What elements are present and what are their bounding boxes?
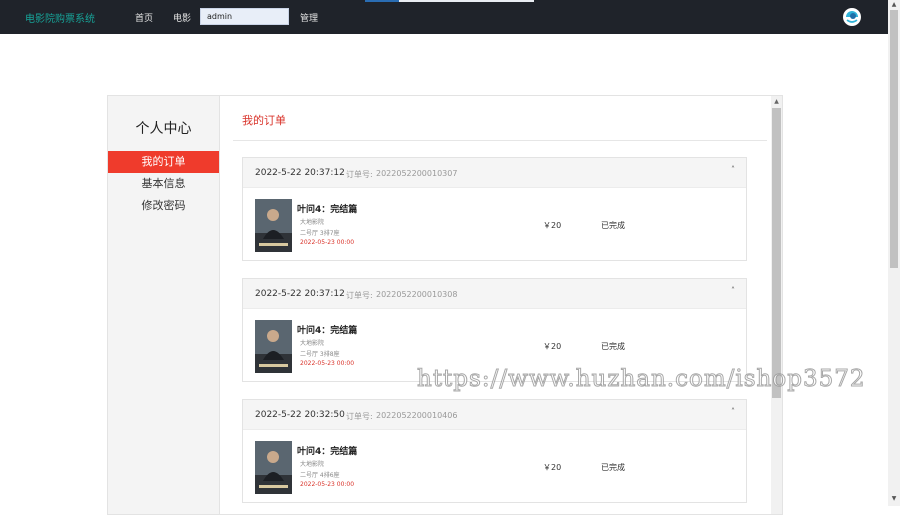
scroll-up-icon[interactable]: ▲ — [771, 98, 782, 105]
order-header: 2022-5-22 20:32:50 订单号: 2022052200010406… — [243, 400, 746, 430]
nav-accent-bar — [365, 0, 399, 2]
order-number-label: 订单号: — [346, 412, 373, 421]
order-card: 2022-5-22 20:32:50 订单号: 2022052200010406… — [242, 399, 747, 503]
title-divider — [233, 140, 767, 141]
movie-poster[interactable] — [255, 320, 292, 373]
showtime: 2022-05-23 00:00 — [300, 481, 355, 488]
cinema-name: 大地影院 — [300, 461, 325, 468]
movie-title[interactable]: 叶问4：完结篇 — [297, 323, 357, 336]
order-number-label: 订单号: — [346, 170, 373, 179]
page-title: 我的订单 — [242, 114, 286, 127]
scroll-down-icon[interactable]: ▼ — [890, 495, 898, 502]
nav-link-home[interactable]: 首页 — [135, 11, 153, 24]
order-price: ￥20 — [543, 342, 562, 351]
order-card: 2022-5-22 20:37:12 订单号: 2022052200010308… — [242, 278, 747, 382]
movie-title[interactable]: 叶问4：完结篇 — [297, 202, 357, 215]
cinema-name: 大地影院 — [300, 219, 325, 226]
collapse-icon[interactable]: ˄ — [731, 165, 735, 174]
orders-scrollbar-thumb[interactable] — [772, 108, 781, 398]
cinema-name: 大地影院 — [300, 340, 325, 347]
order-time: 2022-5-22 20:37:12 — [255, 289, 345, 299]
sidebar-item-my-orders[interactable]: 我的订单 — [108, 151, 219, 173]
top-navbar: 电影院购票系统 首页 电影 管理 — [0, 0, 888, 34]
nav-link-movies[interactable]: 电影 — [173, 11, 191, 24]
sidebar-item-change-password[interactable]: 修改密码 — [108, 195, 219, 217]
order-status: 已完成 — [601, 463, 625, 472]
collapse-icon[interactable]: ˄ — [731, 286, 735, 295]
hall-seat: 二号厅 3排7座 — [300, 230, 340, 237]
user-avatar-icon[interactable] — [843, 8, 861, 26]
sidebar: 个人中心 我的订单 基本信息 修改密码 — [108, 96, 220, 514]
user-center-panel: 个人中心 我的订单 基本信息 修改密码 我的订单 2022-5-22 20:37… — [107, 95, 783, 515]
order-number: 2022052200010406 — [376, 411, 458, 420]
collapse-icon[interactable]: ˄ — [731, 407, 735, 416]
order-time: 2022-5-22 20:37:12 — [255, 168, 345, 178]
user-search-input[interactable] — [200, 8, 289, 25]
brand-logo[interactable]: 电影院购票系统 — [25, 10, 95, 25]
nav-link-admin[interactable]: 管理 — [300, 11, 318, 24]
hall-seat: 二号厅 3排8座 — [300, 351, 340, 358]
orders-scrollbar[interactable]: ▲ — [771, 96, 782, 514]
showtime: 2022-05-23 00:00 — [300, 360, 355, 367]
order-number: 2022052200010308 — [376, 290, 458, 299]
order-number-label: 订单号: — [346, 291, 373, 300]
order-price: ￥20 — [543, 221, 562, 230]
page-scrollbar-thumb[interactable] — [890, 10, 898, 268]
sidebar-title: 个人中心 — [135, 121, 192, 137]
order-number: 2022052200010307 — [376, 169, 458, 178]
movie-title[interactable]: 叶问4：完结篇 — [297, 444, 357, 457]
order-header: 2022-5-22 20:37:12 订单号: 2022052200010308… — [243, 279, 746, 309]
order-price: ￥20 — [543, 463, 562, 472]
order-status: 已完成 — [601, 342, 625, 351]
movie-poster[interactable] — [255, 441, 292, 494]
order-time: 2022-5-22 20:32:50 — [255, 410, 345, 420]
page-scrollbar[interactable]: ▲ ▼ — [888, 0, 900, 506]
scroll-up-icon[interactable]: ▲ — [890, 1, 898, 8]
order-status: 已完成 — [601, 221, 625, 230]
nav-accent-bar-light — [399, 0, 534, 2]
order-header: 2022-5-22 20:37:12 订单号: 2022052200010307… — [243, 158, 746, 188]
movie-poster[interactable] — [255, 199, 292, 252]
hall-seat: 二号厅 4排6座 — [300, 472, 340, 479]
sidebar-item-basic-info[interactable]: 基本信息 — [108, 173, 219, 195]
showtime: 2022-05-23 00:00 — [300, 239, 355, 246]
order-card: 2022-5-22 20:37:12 订单号: 2022052200010307… — [242, 157, 747, 261]
